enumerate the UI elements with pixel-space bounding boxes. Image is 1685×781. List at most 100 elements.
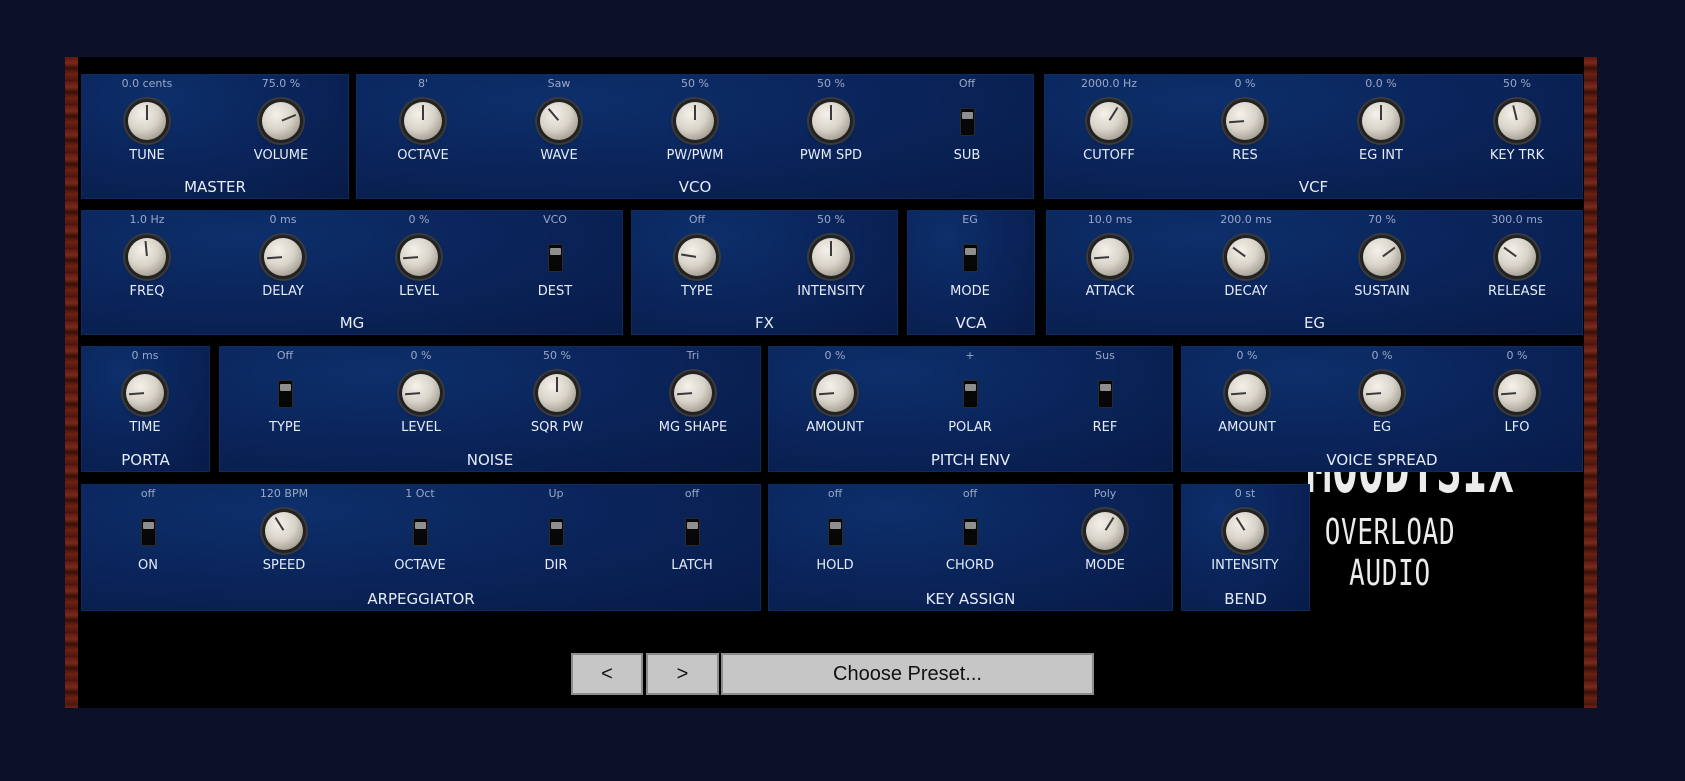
knob-indicator	[146, 105, 148, 120]
switch-lever	[1100, 384, 1111, 391]
vco-sub-switch[interactable]	[960, 108, 975, 136]
knob-indicator	[144, 240, 148, 257]
voice-spread-amount-knob[interactable]	[1228, 374, 1266, 412]
knob-indicator	[1503, 246, 1517, 258]
eg-attack-knob[interactable]	[1091, 238, 1129, 276]
voice-spread-amount-value: 0 %	[1236, 349, 1258, 362]
knob-indicator	[547, 108, 560, 121]
fx-type-value: Off	[688, 213, 706, 226]
bend-intensity-knob[interactable]	[1226, 512, 1264, 550]
switch-lever	[962, 112, 973, 119]
knob-indicator	[266, 256, 283, 260]
noise-level-knob[interactable]	[402, 374, 440, 412]
choose-preset-button[interactable]: Choose Preset...	[721, 653, 1094, 695]
eg-release-knob[interactable]	[1498, 238, 1536, 276]
vco-pw-pwm-control: 50 % PW/PWM	[635, 75, 755, 175]
master-tune-value: 0.0 cents	[121, 77, 173, 90]
knob-indicator	[1232, 246, 1246, 258]
mg-freq-label: FREQ	[129, 284, 165, 299]
key-assign-mode-control: Poly MODE	[1045, 485, 1165, 585]
pitch-env-ref-switch[interactable]	[1098, 380, 1113, 408]
knob-indicator	[402, 256, 419, 260]
voice-spread-lfo-label: LFO	[1504, 420, 1530, 435]
noise-type-switch[interactable]	[278, 380, 293, 408]
vco-pwm-spd-label: PWM SPD	[799, 148, 863, 163]
mg-freq-knob[interactable]	[128, 238, 166, 276]
mg-dest-switch[interactable]	[548, 244, 563, 272]
porta-time-knob[interactable]	[126, 374, 164, 412]
master-volume-knob[interactable]	[262, 102, 300, 140]
noise-mg-shape-knob[interactable]	[674, 374, 712, 412]
pitch-env-polar-switch[interactable]	[963, 380, 978, 408]
key-assign-mode-label: MODE	[1085, 558, 1125, 573]
key-assign-hold-switch[interactable]	[828, 518, 843, 546]
key-assign-chord-switch[interactable]	[963, 518, 978, 546]
vco-pwm-spd-knob[interactable]	[812, 102, 850, 140]
mg-level-knob[interactable]	[400, 238, 438, 276]
brand-maker: OVERLOAD AUDIO	[1324, 512, 1456, 594]
knob-indicator	[1382, 246, 1396, 258]
noise-sqr-pw-knob[interactable]	[538, 374, 576, 412]
section-title-arpeggiator: ARPEGGIATOR	[367, 590, 475, 608]
arpeggiator-dir-switch[interactable]	[549, 518, 564, 546]
mg-delay-knob[interactable]	[264, 238, 302, 276]
vco-wave-label: WAVE	[540, 148, 578, 163]
section-vcf: 2000.0 Hz CUTOFF 0 % RES 0.0 % EG INT 50 % KEY …	[1044, 74, 1583, 199]
vco-octave-knob[interactable]	[404, 102, 442, 140]
arpeggiator-on-control: off ON	[88, 485, 208, 585]
section-title-pitch-env: PITCH ENV	[930, 451, 1011, 469]
knob-indicator	[1380, 105, 1382, 120]
key-assign-mode-knob[interactable]	[1086, 512, 1124, 550]
voice-spread-lfo-knob[interactable]	[1498, 374, 1536, 412]
prev-preset-button[interactable]: <	[571, 653, 643, 695]
key-assign-chord-control: off CHORD	[910, 485, 1030, 585]
vcf-res-knob[interactable]	[1226, 102, 1264, 140]
vcf-eg-int-knob[interactable]	[1362, 102, 1400, 140]
mg-delay-label: DELAY	[262, 284, 304, 299]
noise-mg-shape-label: MG SHAPE	[658, 420, 728, 435]
eg-decay-label: DECAY	[1224, 284, 1268, 299]
pitch-env-amount-control: 0 % AMOUNT	[775, 347, 895, 447]
section-title-vcf: VCF	[1298, 178, 1329, 196]
master-tune-knob[interactable]	[128, 102, 166, 140]
vcf-key-trk-control: 50 % KEY TRK	[1457, 75, 1577, 175]
voice-spread-amount-label: AMOUNT	[1218, 420, 1276, 435]
knob-indicator	[422, 105, 424, 120]
section-title-key-assign: KEY ASSIGN	[925, 590, 1016, 608]
vco-wave-knob[interactable]	[540, 102, 578, 140]
pitch-env-ref-value: Sus	[1095, 349, 1115, 362]
fx-intensity-knob[interactable]	[812, 238, 850, 276]
pitch-env-ref-label: REF	[1092, 420, 1118, 435]
section-noise: Off TYPE 0 % LEVEL 50 % SQR PW Tri MG SHAPE NOIS…	[219, 346, 761, 472]
vco-pw-pwm-knob[interactable]	[676, 102, 714, 140]
switch-lever	[551, 522, 562, 529]
eg-decay-knob[interactable]	[1227, 238, 1265, 276]
fx-type-knob[interactable]	[678, 238, 716, 276]
vcf-res-value: 0 %	[1234, 77, 1256, 90]
arpeggiator-on-switch[interactable]	[141, 518, 156, 546]
arpeggiator-octave-control: 1 Oct OCTAVE	[360, 485, 480, 585]
switch-lever	[687, 522, 698, 529]
vcf-key-trk-knob[interactable]	[1498, 102, 1536, 140]
knob-indicator	[274, 516, 285, 531]
voice-spread-eg-knob[interactable]	[1363, 374, 1401, 412]
section-pitch-env: 0 % AMOUNT + POLAR Sus REF PITCH ENV	[768, 346, 1173, 472]
wood-side-right	[1584, 57, 1597, 708]
mg-delay-control: 0 ms DELAY	[223, 211, 343, 311]
arpeggiator-octave-switch[interactable]	[413, 518, 428, 546]
arpeggiator-latch-label: LATCH	[671, 558, 713, 573]
vca-mode-switch[interactable]	[963, 244, 978, 272]
knob-indicator	[1104, 516, 1115, 531]
key-assign-hold-control: off HOLD	[775, 485, 895, 585]
mg-freq-control: 1.0 Hz FREQ	[87, 211, 207, 311]
master-volume-control: 75.0 % VOLUME	[221, 75, 341, 175]
vcf-key-trk-value: 50 %	[1503, 77, 1531, 90]
switch-lever	[143, 522, 154, 529]
eg-sustain-knob[interactable]	[1363, 238, 1401, 276]
vcf-cutoff-knob[interactable]	[1090, 102, 1128, 140]
pitch-env-amount-knob[interactable]	[816, 374, 854, 412]
arpeggiator-latch-switch[interactable]	[685, 518, 700, 546]
next-preset-button[interactable]: >	[646, 653, 719, 695]
vcf-key-trk-label: KEY TRK	[1489, 148, 1545, 163]
arpeggiator-speed-knob[interactable]	[265, 512, 303, 550]
